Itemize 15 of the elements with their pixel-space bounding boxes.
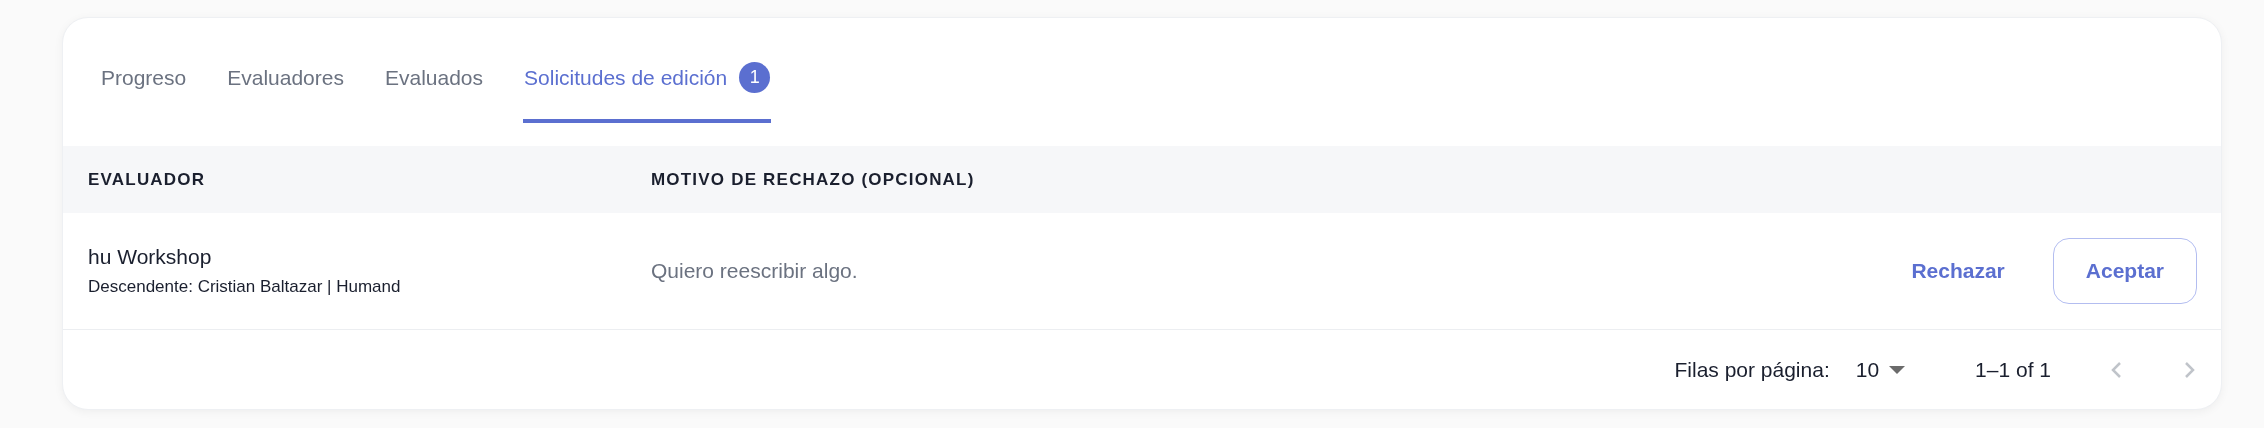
rejection-reason: Quiero reescribir algo. <box>651 259 858 282</box>
tab[interactable]: Evaluadores <box>226 36 345 123</box>
tab[interactable]: Evaluados <box>383 36 485 123</box>
page-range: 1–1 of 1 <box>1975 357 2051 382</box>
rows-per-page-label: Filas por página: <box>1674 357 1830 382</box>
column-header: MOTIVO DE RECHAZO (OPCIONAL) <box>651 169 976 190</box>
accept-button[interactable]: Aceptar <box>2052 238 2197 304</box>
caret-icon <box>1889 365 1906 374</box>
rows-per-page-select[interactable]: 10 <box>1855 357 1906 382</box>
count-badge: 1 <box>739 62 771 93</box>
evaluator-name: hu Workshop <box>88 245 213 269</box>
column-header: EVALUADOR <box>88 169 207 190</box>
evaluator-detail: Descendente: Cristian Baltazar | Humand <box>88 277 402 297</box>
tab[interactable]: Solicitudes de edición 1 <box>523 36 772 123</box>
tab[interactable]: Progreso <box>100 36 188 123</box>
